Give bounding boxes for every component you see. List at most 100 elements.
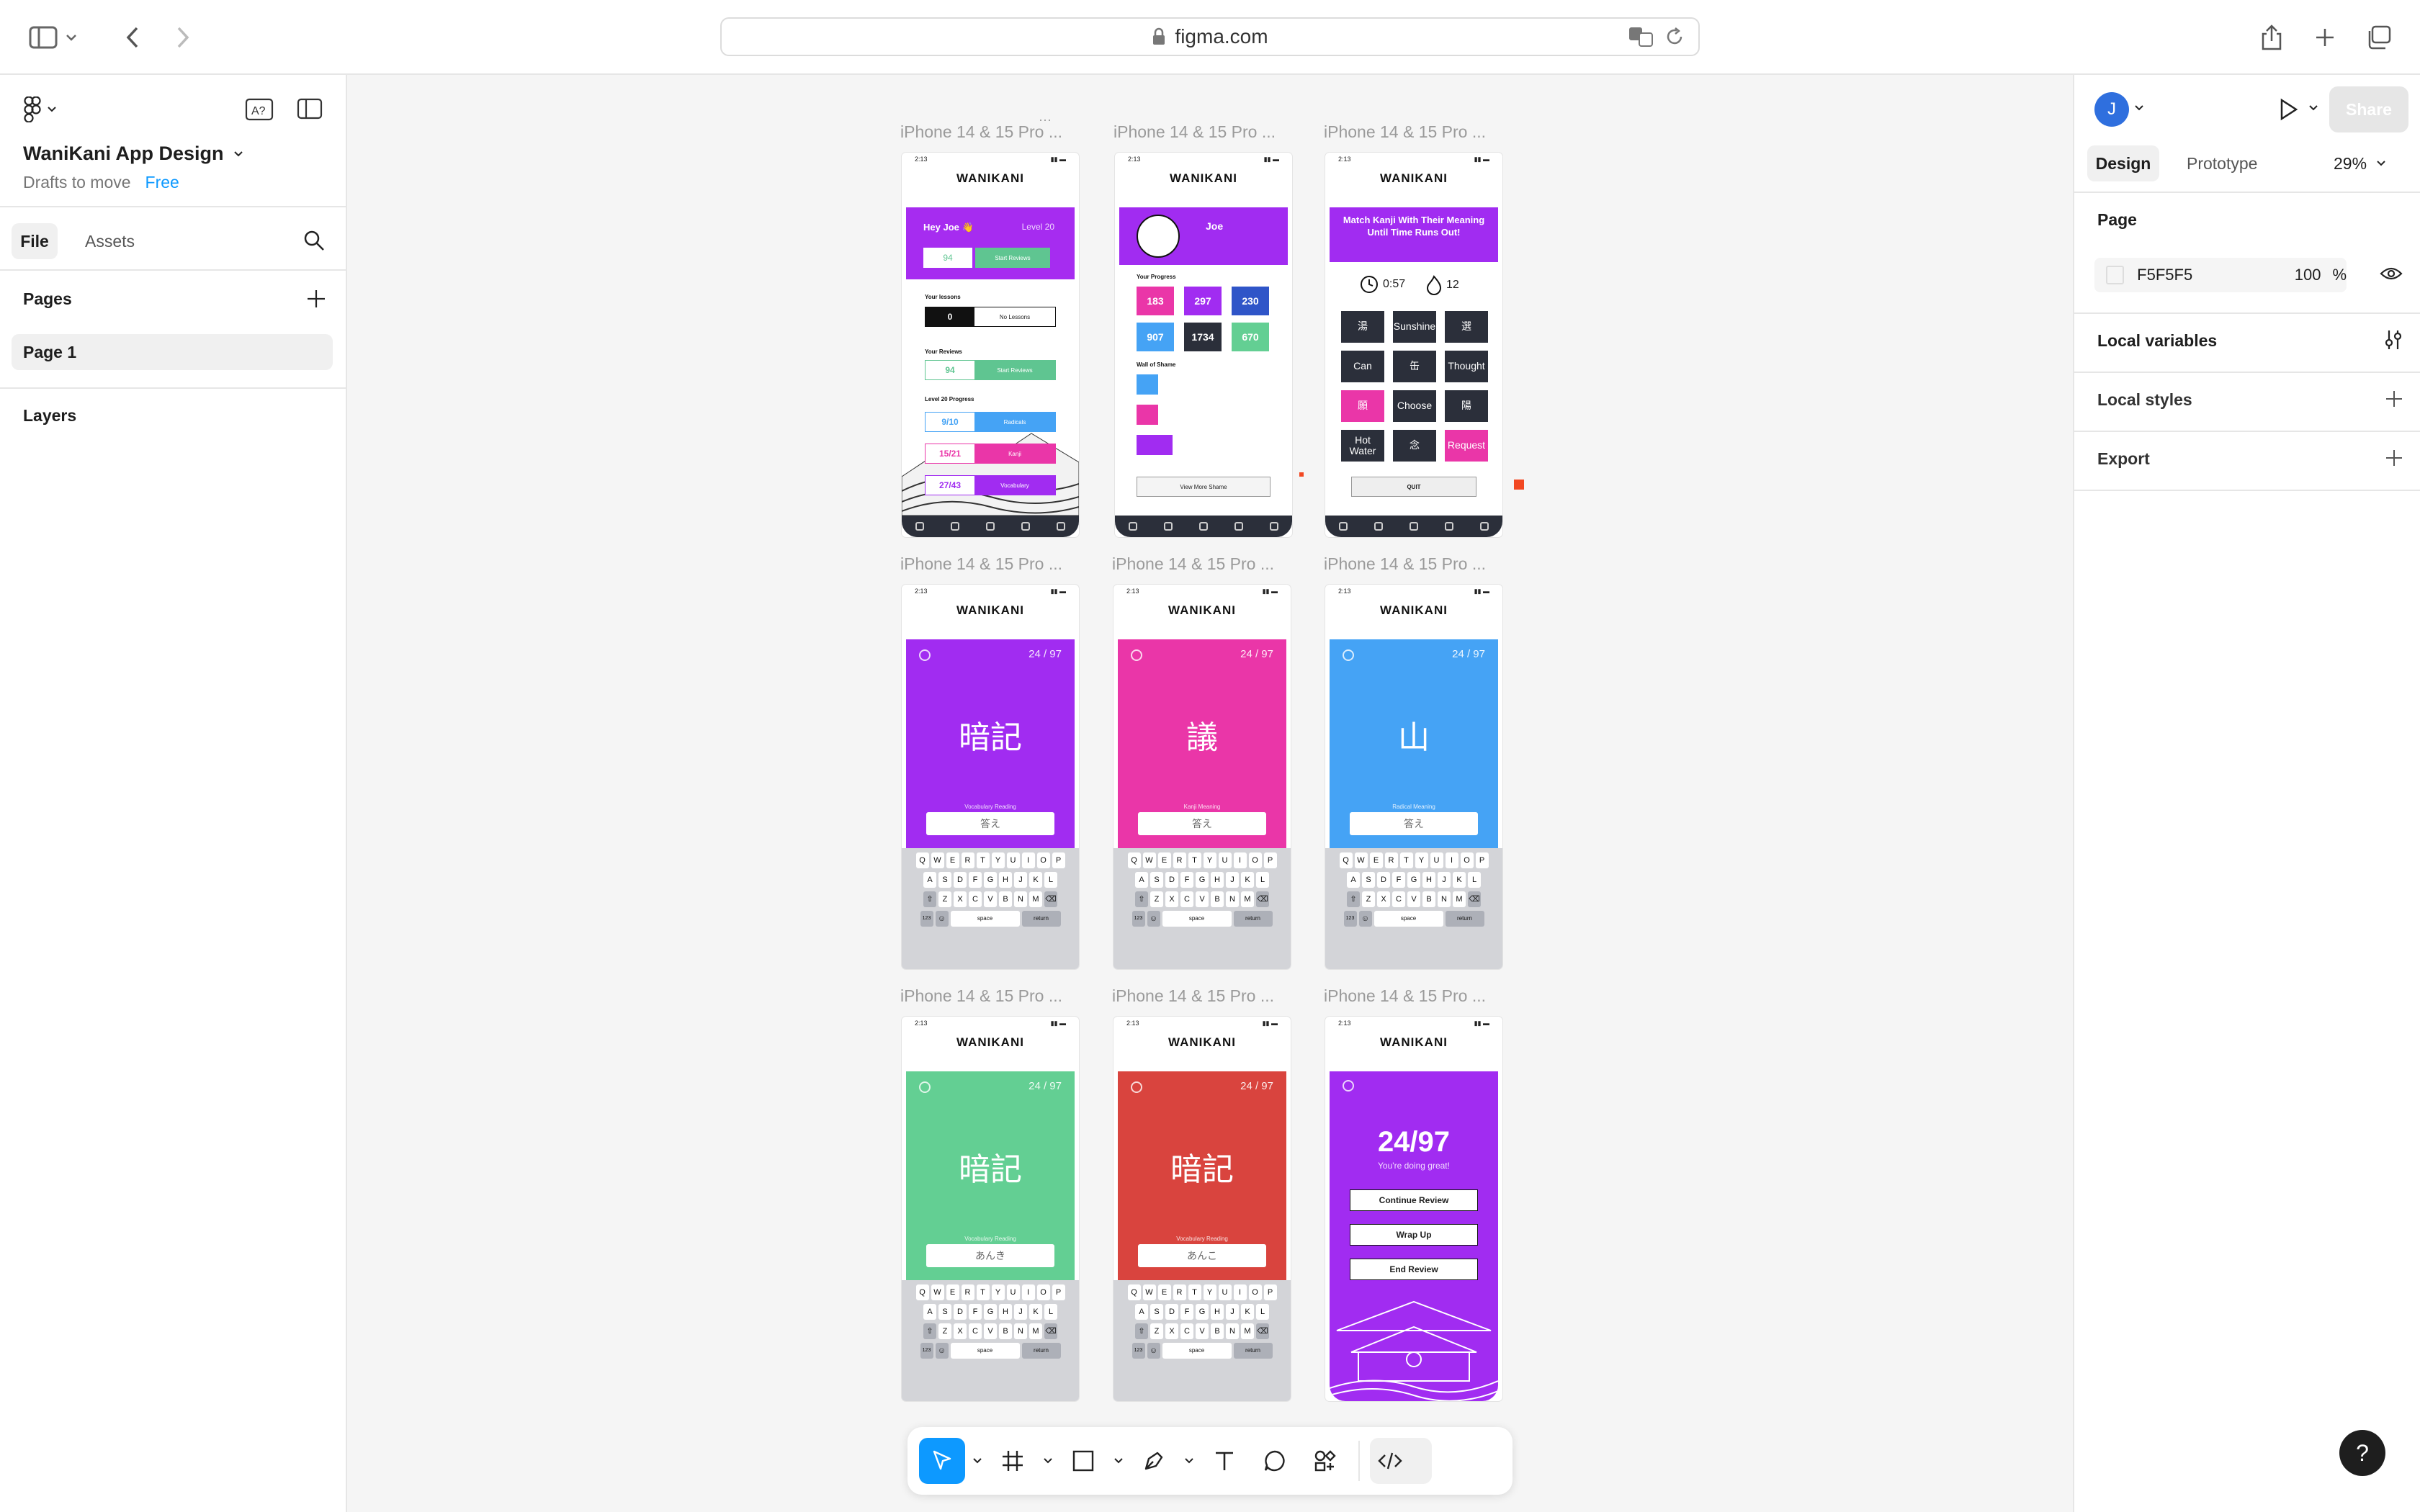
- flashcard-frame[interactable]: 2:13 ▮▮ ▬ WANIKANI 24 / 97 暗記 Vocabulary …: [902, 1017, 1079, 1401]
- tab-file[interactable]: File: [12, 223, 58, 259]
- flashcard-frame[interactable]: 2:13 ▮▮ ▬ WANIKANI 24 / 97 暗記 Vocabulary …: [902, 585, 1079, 969]
- match-tile: 選: [1445, 311, 1488, 343]
- forward-icon[interactable]: [161, 16, 205, 59]
- flashcard-frame[interactable]: 2:13 ▮▮ ▬ WANIKANI 24 / 97 暗記 Vocabulary …: [1113, 1017, 1291, 1401]
- sidebar-toggle-icon[interactable]: [22, 16, 65, 59]
- profile-banner: Joe: [1119, 207, 1288, 265]
- add-export-icon[interactable]: [2384, 448, 2404, 468]
- chevron-down-icon[interactable]: [2309, 105, 2318, 111]
- key: A: [923, 1304, 936, 1320]
- match-tile: 願: [1341, 390, 1384, 422]
- add-page-icon[interactable]: [305, 288, 327, 310]
- frame-label[interactable]: iPhone 14 & 15 Pro ...: [900, 554, 1062, 574]
- key: B: [999, 891, 1012, 907]
- frame-label[interactable]: iPhone 14 & 15 Pro ...: [1324, 986, 1486, 1006]
- divider: [0, 387, 346, 389]
- move-tool-button[interactable]: [919, 1438, 965, 1484]
- translate-icon[interactable]: [1628, 26, 1654, 48]
- mountain-illustration: [902, 433, 1079, 516]
- search-icon[interactable]: [302, 229, 326, 252]
- page-item[interactable]: Page 1: [12, 334, 333, 370]
- ai-translate-icon[interactable]: A?: [245, 98, 274, 121]
- key: A: [1135, 1304, 1148, 1320]
- frame-label[interactable]: iPhone 14 & 15 Pro ...: [1112, 554, 1274, 574]
- share-button[interactable]: Share: [2329, 86, 2408, 132]
- chevron-down-icon[interactable]: [1181, 1458, 1197, 1464]
- eye-icon[interactable]: [2380, 265, 2403, 282]
- user-avatar[interactable]: J: [2094, 92, 2129, 127]
- key: Y: [1203, 852, 1216, 868]
- frame-label[interactable]: iPhone 14 & 15 Pro ...: [1113, 122, 1276, 142]
- help-button[interactable]: ?: [2339, 1430, 2385, 1476]
- dev-mode-toggle[interactable]: [1370, 1438, 1432, 1484]
- address-bar[interactable]: figma.com: [720, 17, 1700, 56]
- pen-icon: [1144, 1452, 1163, 1470]
- welcome-banner: Hey Joe 👋 Level 20 94 Start Reviews: [906, 207, 1075, 279]
- timer-value: 0:57: [1383, 278, 1406, 290]
- status-bar: 2:13 ▮▮ ▬: [915, 156, 1066, 163]
- profile-screen-frame[interactable]: 2:13 ▮▮ ▬ WANIKANI Joe Your Progress 183 …: [1115, 153, 1292, 537]
- chevron-down-icon[interactable]: [969, 1458, 985, 1464]
- local-variables-title[interactable]: Local variables: [2097, 331, 2217, 351]
- flashcard-frame[interactable]: 2:13 ▮▮ ▬ WANIKANI 24 / 97 議 Kanji Meanin…: [1113, 585, 1291, 969]
- main-menu-button[interactable]: [23, 96, 56, 122]
- key: S: [938, 1304, 951, 1320]
- return-key: return: [1233, 1343, 1273, 1359]
- canvas[interactable]: iPhone 14 & 15 Pro ... iPhone 14 & 15 Pr…: [347, 75, 2073, 1512]
- key: X: [1165, 1323, 1178, 1339]
- review-summary-frame[interactable]: 2:13 ▮▮ ▬ WANIKANI 24/97 You're doing gre…: [1325, 1017, 1502, 1401]
- keyboard: QWERTYUIOP ASDFGHJKL ⇧ Z X C V B N M ⌫ 123 ☺ space…: [1113, 848, 1291, 969]
- zoom-control[interactable]: 29%: [2334, 145, 2385, 181]
- answer-field: 答え: [926, 812, 1054, 835]
- chevron-down-icon[interactable]: [1111, 1458, 1126, 1464]
- key: I: [1233, 1284, 1247, 1300]
- project-name[interactable]: Drafts to move: [23, 173, 131, 192]
- pen-tool-button[interactable]: [1131, 1438, 1177, 1484]
- chevron-down-icon[interactable]: [2135, 105, 2143, 111]
- key: R: [1384, 852, 1398, 868]
- add-style-icon[interactable]: [2384, 389, 2404, 409]
- reload-icon[interactable]: [1664, 26, 1685, 48]
- color-hex-input[interactable]: F5F5F5: [2137, 266, 2276, 284]
- frame-label[interactable]: iPhone 14 & 15 Pro ...: [900, 986, 1062, 1006]
- match-game-frame[interactable]: 2:13 ▮▮ ▬ WANIKANI Match Kanji With Their…: [1325, 153, 1502, 537]
- panel-toggle-icon[interactable]: [297, 98, 323, 120]
- page-color-field[interactable]: F5F5F5 100 %: [2094, 258, 2347, 292]
- frame-tool-button[interactable]: [990, 1438, 1036, 1484]
- opacity-input[interactable]: 100: [2295, 266, 2321, 284]
- share-sheet-icon[interactable]: [2250, 16, 2293, 59]
- tab-prototype[interactable]: Prototype: [2187, 145, 2257, 181]
- tab-design[interactable]: Design: [2087, 145, 2159, 181]
- flashcard-frame[interactable]: 2:13 ▮▮ ▬ WANIKANI 24 / 97 山 Radical Mean…: [1325, 585, 1502, 969]
- greeting-text: Hey Joe 👋: [923, 222, 974, 233]
- shift-key: ⇧: [923, 1323, 936, 1339]
- close-icon: [919, 649, 931, 661]
- sliders-icon[interactable]: [2383, 328, 2404, 351]
- chevron-down-icon[interactable]: [1040, 1458, 1056, 1464]
- file-title[interactable]: WaniKani App Design: [23, 143, 243, 165]
- divider: [2074, 192, 2420, 193]
- key: E: [1157, 852, 1171, 868]
- logo-text: WANIKANI: [956, 171, 1024, 185]
- stat-tile: 183: [1137, 287, 1174, 315]
- rectangle-tool-button[interactable]: [1060, 1438, 1106, 1484]
- tab-assets[interactable]: Assets: [85, 223, 135, 259]
- tab-overview-icon[interactable]: [2357, 16, 2400, 59]
- text-tool-button[interactable]: [1201, 1438, 1247, 1484]
- frame-label[interactable]: iPhone 14 & 15 Pro ...: [1112, 986, 1274, 1006]
- new-tab-icon[interactable]: [2303, 16, 2347, 59]
- key: I: [1021, 852, 1035, 868]
- actions-tool-button[interactable]: [1302, 1438, 1348, 1484]
- comment-tool-button[interactable]: [1252, 1438, 1298, 1484]
- frame-label[interactable]: iPhone 14 & 15 Pro ...: [1324, 122, 1486, 142]
- present-icon[interactable]: [2279, 98, 2299, 121]
- back-icon[interactable]: [111, 16, 154, 59]
- frame-label[interactable]: iPhone 14 & 15 Pro ...: [1324, 554, 1486, 574]
- key: U: [1218, 1284, 1232, 1300]
- key: A: [923, 872, 936, 888]
- level-text: Level 20: [1021, 222, 1054, 232]
- chevron-down-icon[interactable]: [60, 16, 82, 59]
- home-screen-frame[interactable]: 2:13 ▮▮ ▬ WANIKANI Hey Joe 👋 Level 20 94 …: [902, 153, 1079, 537]
- color-swatch[interactable]: [2106, 266, 2125, 284]
- plan-badge[interactable]: Free: [145, 173, 179, 192]
